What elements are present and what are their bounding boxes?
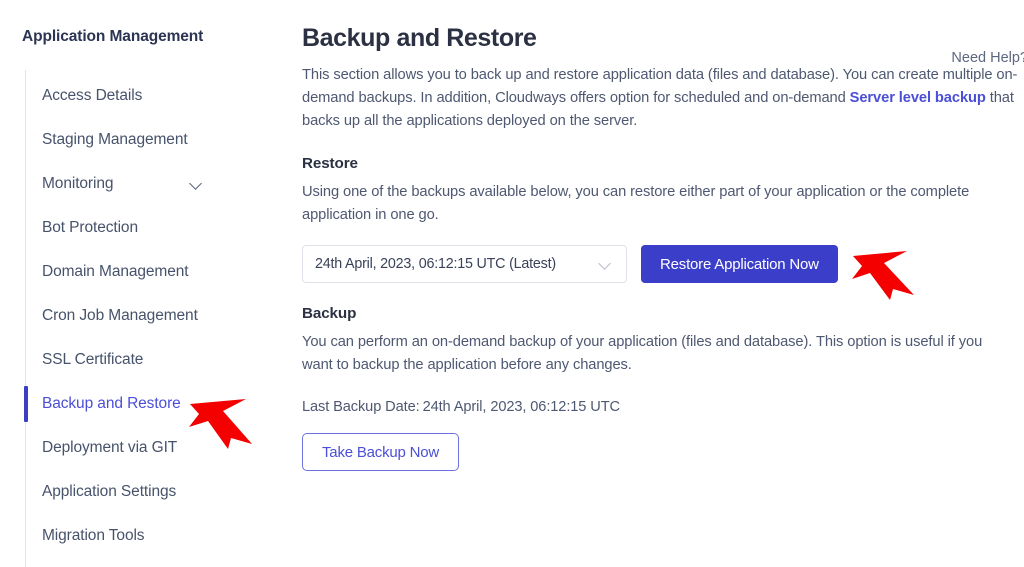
sidebar-item-label: Bot Protection [42, 219, 138, 236]
sidebar-item-label: Monitoring [42, 175, 114, 192]
sidebar-item-label: Domain Management [42, 263, 189, 280]
restore-section-description: Using one of the backups available below… [302, 184, 970, 223]
backup-section-heading: Backup [302, 305, 357, 322]
sidebar-item-access-details[interactable]: Access Details [0, 74, 290, 118]
sidebar-item-label: Deployment via GIT [42, 439, 178, 456]
sidebar-item-monitoring[interactable]: Monitoring [0, 162, 290, 206]
last-backup-date: Last Backup Date: 24th April, 2023, 06:12… [302, 399, 1024, 415]
backup-section-description: You can perform an on-demand backup of y… [302, 334, 983, 373]
sidebar-nav: Access Details Staging Management Monitori… [0, 74, 290, 558]
sidebar-item-label: Staging Management [42, 131, 188, 148]
sidebar-item-ssl-certificate[interactable]: SSL Certificate [0, 338, 290, 382]
restore-controls-row: 24th April, 2023, 06:12:15 UTC (Latest) … [302, 245, 1024, 283]
backup-select-value: 24th April, 2023, 06:12:15 UTC (Latest) [315, 256, 556, 272]
sidebar-item-application-settings[interactable]: Application Settings [0, 470, 290, 514]
sidebar-item-migration-tools[interactable]: Migration Tools [0, 514, 290, 558]
sidebar-item-deployment-via-git[interactable]: Deployment via GIT [0, 426, 290, 470]
main-content: Need Help? Backup and Restore This secti… [290, 0, 1024, 567]
page-title: Backup and Restore [302, 24, 537, 52]
server-level-backup-link[interactable]: Server level backup [850, 90, 986, 106]
sidebar-item-label: Access Details [42, 87, 143, 104]
restore-section-heading: Restore [302, 155, 358, 172]
sidebar-item-bot-protection[interactable]: Bot Protection [0, 206, 290, 250]
sidebar-item-domain-management[interactable]: Domain Management [0, 250, 290, 294]
sidebar-item-label: Application Settings [42, 483, 177, 500]
last-backup-date-value: 24th April, 2023, 06:12:15 UTC [422, 399, 620, 415]
restore-application-now-button[interactable]: Restore Application Now [641, 245, 838, 283]
chevron-down-icon[interactable] [190, 177, 204, 191]
need-help-link[interactable]: Need Help? [951, 50, 1024, 66]
take-backup-now-button[interactable]: Take Backup Now [302, 433, 460, 471]
last-backup-date-label: Last Backup Date: [302, 399, 420, 415]
intro-paragraph: This section allows you to back up and r… [302, 64, 1020, 133]
chevron-down-icon [599, 258, 612, 271]
backup-select[interactable]: 24th April, 2023, 06:12:15 UTC (Latest) [302, 245, 627, 283]
sidebar-item-label: Cron Job Management [42, 307, 198, 324]
sidebar-item-label: Migration Tools [42, 527, 145, 544]
app-page: Application Management Access Details Sta… [0, 0, 1024, 567]
sidebar-item-label: Backup and Restore [42, 395, 181, 412]
sidebar-item-label: SSL Certificate [42, 351, 144, 368]
sidebar-item-staging-management[interactable]: Staging Management [0, 118, 290, 162]
sidebar-item-backup-and-restore[interactable]: Backup and Restore [0, 382, 290, 426]
sidebar-item-cron-job-management[interactable]: Cron Job Management [0, 294, 290, 338]
sidebar: Application Management Access Details Sta… [0, 0, 290, 567]
sidebar-title: Application Management [22, 28, 204, 45]
